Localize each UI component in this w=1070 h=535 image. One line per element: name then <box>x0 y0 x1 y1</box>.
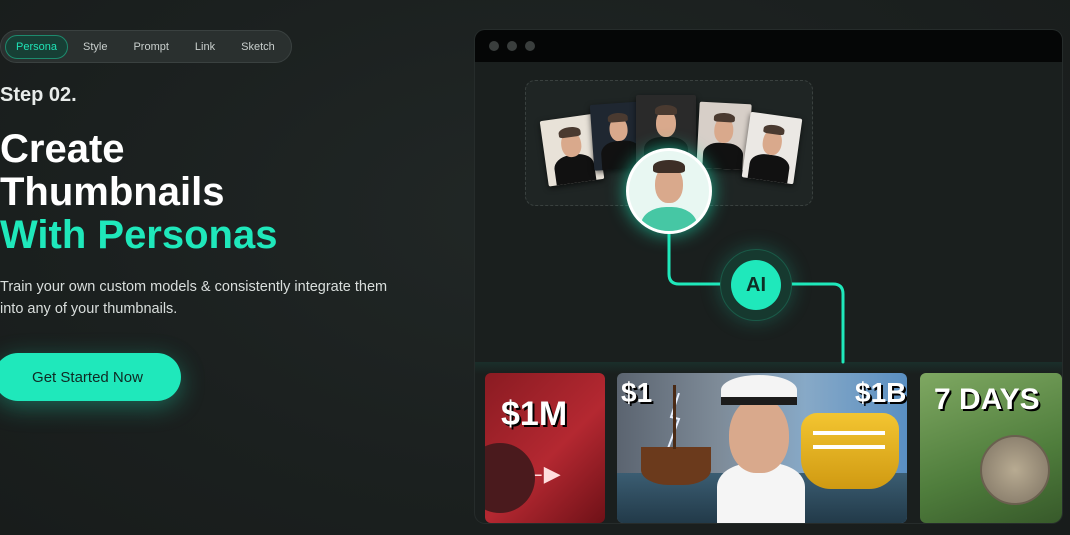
tab-persona[interactable]: Persona <box>5 34 68 59</box>
connector-top <box>667 232 722 286</box>
yacht <box>801 413 899 489</box>
hero-description: Train your own custom models & consisten… <box>0 279 388 317</box>
demo-window: AI $1M – – ▶ $1 $1B 7 DAYS <box>475 30 1062 523</box>
get-started-button[interactable]: Get Started Now <box>0 353 181 401</box>
tab-style[interactable]: Style <box>72 35 118 59</box>
title-line-1: Create <box>0 127 125 171</box>
page-title: Create Thumbnails With Personas <box>0 128 277 257</box>
thumbnail-1m[interactable]: $1M – – ▶ <box>485 373 605 523</box>
title-line-2: Thumbnails <box>0 170 225 214</box>
window-dot-icon <box>525 41 535 51</box>
tab-prompt[interactable]: Prompt <box>122 35 179 59</box>
connector-bottom <box>790 282 845 364</box>
window-titlebar <box>475 30 1062 62</box>
ai-node: AI <box>720 249 792 321</box>
tab-link[interactable]: Link <box>184 35 226 59</box>
thumbnail-label-right: $1B <box>855 377 907 408</box>
title-accent: With Personas <box>0 213 278 257</box>
persona-avatar <box>626 148 712 234</box>
persona-tabs: Persona Style Prompt Link Sketch <box>0 30 292 63</box>
window-dot-icon <box>489 41 499 51</box>
ai-icon: AI <box>731 260 781 310</box>
coin-icon <box>980 435 1050 505</box>
window-dot-icon <box>507 41 517 51</box>
wooden-boat <box>641 447 711 485</box>
step-label: Step 02. <box>0 84 77 106</box>
thumbnail-7-days[interactable]: 7 DAYS <box>920 373 1062 523</box>
thumbnail-label: 7 DAYS <box>934 383 1040 416</box>
thumbnail-ships[interactable]: $1 $1B <box>617 373 907 523</box>
tab-sketch[interactable]: Sketch <box>230 35 286 59</box>
thumbnail-label-left: $1 <box>621 377 653 408</box>
lightning-icon <box>666 393 681 452</box>
thumbnail-label: $1M <box>501 395 568 433</box>
reference-photo <box>741 111 803 185</box>
